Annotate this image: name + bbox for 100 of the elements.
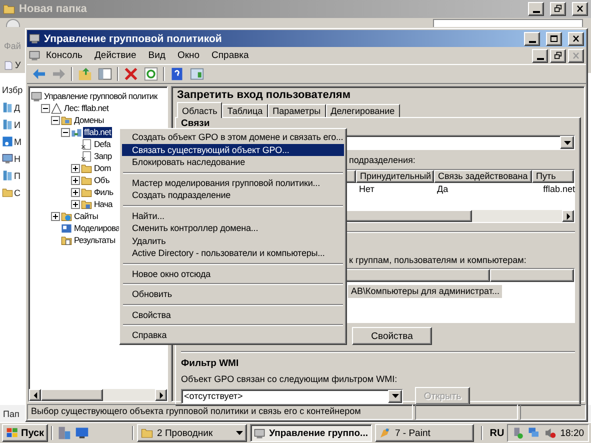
maximize-button[interactable] (546, 32, 562, 46)
column-header[interactable]: Путь (532, 170, 574, 183)
column-header[interactable]: Принудительный (356, 170, 434, 183)
back-arrow-icon[interactable] (32, 68, 46, 80)
close-button[interactable] (572, 2, 588, 16)
menu-item[interactable]: Консоль (40, 49, 88, 62)
column-header[interactable]: Связь задействована (434, 170, 532, 183)
tree-item[interactable]: Филь (93, 186, 114, 198)
restore-button[interactable] (550, 2, 566, 16)
nav-item[interactable]: М (14, 136, 22, 146)
network-icon (512, 427, 524, 439)
monitor-icon[interactable] (74, 426, 89, 440)
minimize-button[interactable] (524, 32, 540, 46)
help-icon[interactable] (170, 67, 184, 81)
menu-item[interactable]: Действие (88, 49, 142, 62)
tree-item[interactable]: Домены (73, 114, 105, 126)
tree-item[interactable]: Управление групповой политик (43, 90, 158, 102)
menu-item[interactable]: Найти... (122, 210, 344, 222)
close-button[interactable] (568, 32, 584, 46)
plus-icon (73, 190, 78, 194)
restore-icon (553, 4, 563, 14)
tree-item[interactable]: Нача (93, 198, 114, 210)
window-icon[interactable] (190, 67, 204, 81)
restore-button[interactable] (550, 48, 566, 62)
close-button[interactable] (568, 48, 584, 62)
start-button[interactable]: Пуск (2, 424, 48, 442)
minimize-button[interactable] (528, 2, 544, 16)
folder-icon (2, 187, 13, 198)
pane-toggle-icon[interactable] (98, 67, 112, 81)
table-cell[interactable]: AB\Компьютеры для администрат... (348, 285, 502, 298)
collapse-button[interactable] (61, 128, 70, 136)
caret-icon (564, 140, 570, 144)
menu-item[interactable]: Active Directory - пользователи и компьютеры... (122, 247, 344, 260)
menu-item[interactable]: Сменить контроллер домена... (122, 222, 344, 234)
menu-item[interactable]: Мастер моделирования групповой политики... (122, 176, 344, 189)
menu-item[interactable]: Обновить (122, 288, 344, 300)
arrow-right-icon (566, 212, 570, 220)
dropdown-button[interactable] (388, 390, 402, 402)
nav-item[interactable]: Д (14, 102, 20, 112)
tree-item[interactable]: Результаты (73, 234, 116, 246)
menu-item[interactable]: Создать подразделение (122, 189, 344, 202)
tree-item[interactable]: Моделирова (73, 222, 121, 234)
search-field[interactable] (433, 19, 583, 27)
nav-item[interactable]: П (14, 170, 20, 180)
delete-icon[interactable] (124, 67, 138, 81)
taskbar-button[interactable]: 2 Проводник (137, 424, 248, 442)
tab[interactable]: Таблица (222, 104, 268, 117)
properties-button[interactable]: Свойства (352, 327, 432, 345)
menu-item[interactable]: Связать существующий объект GPO... (122, 144, 344, 156)
tab[interactable]: Область (177, 102, 222, 118)
scroll-right-button[interactable] (155, 389, 167, 401)
window-title: Новая папка (19, 3, 88, 15)
tree-item[interactable]: Объ (93, 174, 110, 186)
tree-item[interactable]: Запр (93, 150, 113, 162)
nav-item[interactable]: Н (14, 154, 20, 164)
language-indicator[interactable]: RU (490, 428, 504, 438)
menu-item[interactable]: Удалить (122, 234, 344, 247)
dropdown[interactable]: <отсутствует> (181, 388, 403, 404)
menu-item[interactable]: Справка (206, 49, 255, 62)
menu-item[interactable]: Вид (142, 49, 172, 62)
tree-item[interactable]: Сайты (73, 210, 99, 222)
folder-icon (61, 210, 72, 222)
scroll-thumb[interactable] (41, 389, 103, 401)
column-header[interactable] (490, 269, 574, 282)
scrollbar[interactable] (29, 389, 167, 401)
expand-button[interactable] (51, 212, 60, 220)
expand-button[interactable] (71, 200, 80, 208)
scroll-right-button[interactable] (562, 210, 574, 222)
plus-icon (73, 202, 78, 206)
menu-item[interactable]: Справка (122, 329, 344, 342)
scroll-left-button[interactable] (29, 389, 41, 401)
menu-item[interactable]: Свойства (122, 308, 344, 321)
menu-item[interactable]: Создать объект GPO в этом домене и связать его... (122, 131, 344, 144)
minimize-button[interactable] (532, 48, 548, 62)
tree-item[interactable]: Лес: fflab.net (63, 102, 110, 114)
tab[interactable]: Делегирование (326, 104, 400, 117)
expand-button[interactable] (71, 188, 80, 196)
computer-icon (2, 153, 13, 164)
nav-item[interactable]: И (14, 120, 20, 130)
expand-button[interactable] (71, 176, 80, 184)
tab[interactable]: Параметры (268, 104, 326, 117)
menu-item[interactable]: Окно (171, 49, 206, 62)
collapse-button[interactable] (41, 104, 50, 112)
page-icon (4, 60, 13, 70)
taskbar-button[interactable]: Управление группо... (250, 424, 372, 442)
expand-button[interactable] (71, 164, 80, 172)
tree-item[interactable]: Defa (93, 138, 112, 150)
tree-item[interactable]: Dom (93, 162, 112, 174)
toolbar-button[interactable]: У (15, 60, 21, 70)
tree-item[interactable]: fflab.net (83, 126, 112, 138)
menu-item[interactable]: Новое окно отсюда (122, 268, 344, 280)
taskbar-button[interactable]: 7 - Paint (374, 424, 474, 442)
nav-item[interactable]: С (14, 188, 20, 198)
maximize-icon (549, 34, 559, 44)
collapse-button[interactable] (51, 116, 60, 124)
menu-item[interactable]: Блокировать наследование (122, 156, 344, 168)
close-icon (571, 34, 581, 44)
dropdown-button[interactable] (560, 136, 574, 149)
refresh-icon[interactable] (144, 67, 158, 81)
console-icon (29, 33, 40, 44)
